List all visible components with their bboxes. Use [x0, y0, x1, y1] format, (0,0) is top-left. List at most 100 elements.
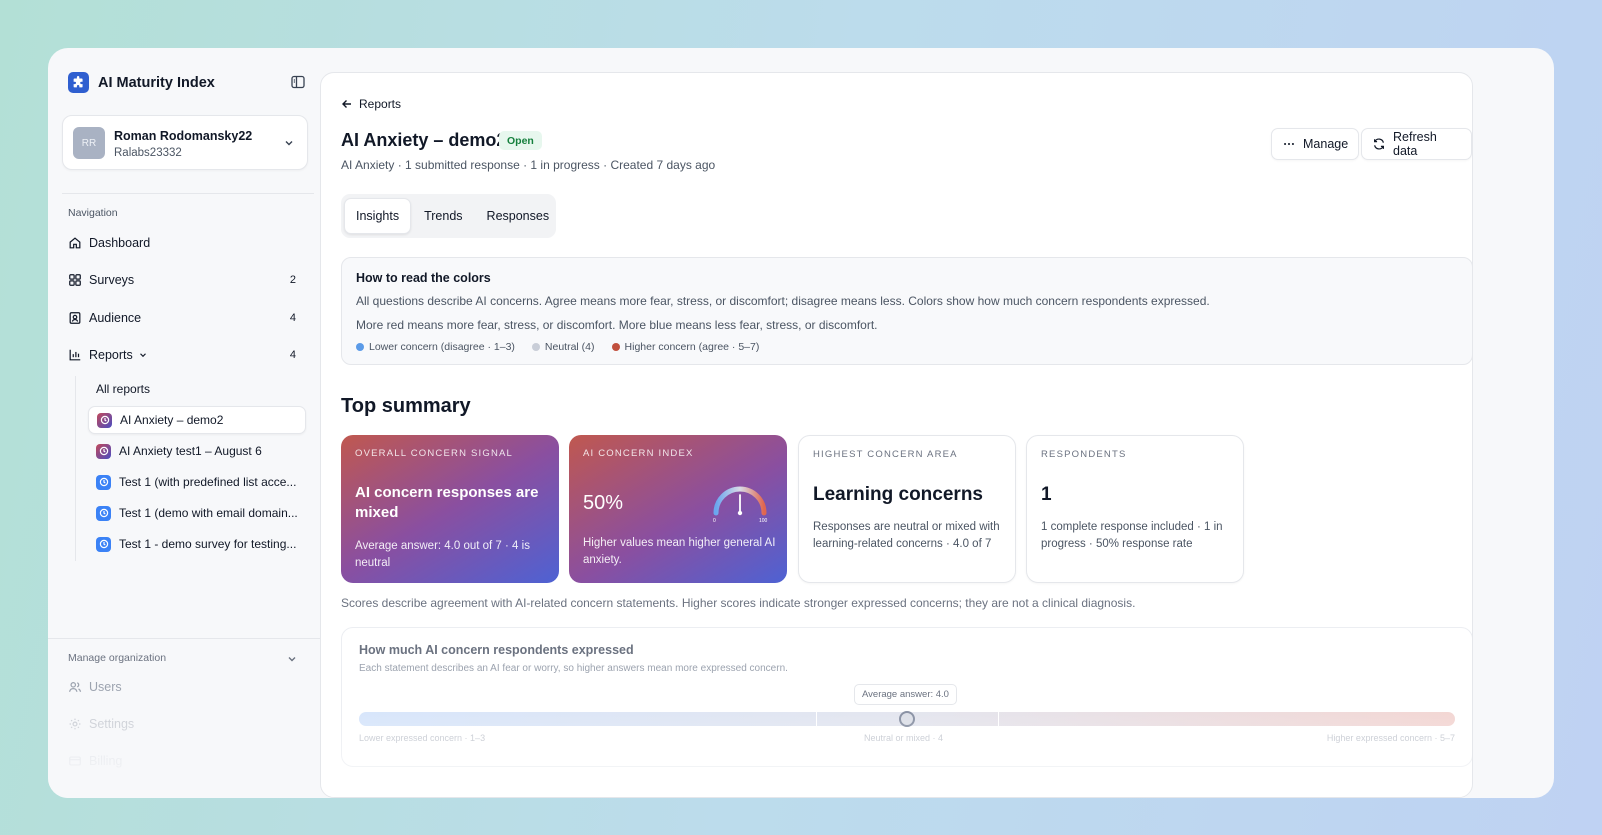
avatar: RR: [73, 127, 105, 159]
card-subtext: 1 complete response included · 1 in prog…: [1041, 521, 1223, 550]
report-tabs: Insights Trends Responses: [341, 194, 556, 238]
manage-button[interactable]: Manage: [1271, 128, 1360, 160]
sidebar-item-all-reports[interactable]: All reports: [96, 382, 150, 396]
refresh-icon: [1372, 137, 1386, 151]
nav-heading: Navigation: [68, 207, 118, 219]
tab-insights[interactable]: Insights: [344, 198, 412, 234]
home-icon: [68, 236, 82, 250]
sidebar-item-label: Users: [89, 680, 122, 694]
page-meta: AI Anxiety · 1 submitted response · 1 in…: [341, 158, 716, 172]
fade-overlay: [48, 688, 322, 798]
users-icon: [68, 680, 82, 694]
report-clock-icon: [96, 443, 111, 459]
sidebar-item-label: Audience: [89, 311, 142, 325]
color-legend: Lower concern (disagree · 1–3) Neutral (…: [356, 341, 759, 353]
grid-icon: [68, 273, 82, 287]
tab-responses[interactable]: Responses: [476, 198, 561, 234]
report-item-label: Test 1 - demo survey for testing...: [119, 537, 297, 551]
manage-button-label: Manage: [1303, 137, 1349, 151]
overall-concern-card: Overall concern signal AI concern respon…: [341, 435, 559, 583]
legend-label: Neutral (4): [544, 341, 595, 353]
account-switcher[interactable]: RR Roman Rodomansky22 Ralabs23332: [62, 115, 308, 170]
concern-scale-card: How much AI concern respondents expresse…: [341, 627, 1472, 767]
color-guide-card: How to read the colors All questions des…: [341, 257, 1472, 365]
legend-item-higher: Higher concern (agree · 5–7): [611, 341, 760, 353]
sidebar-item-billing[interactable]: Billing: [68, 754, 122, 768]
report-item-ai-anxiety-demo2[interactable]: AI Anxiety – demo2: [88, 406, 306, 434]
color-guide-title: How to read the colors: [356, 271, 491, 285]
sidebar-item-label: Reports: [89, 348, 133, 362]
sidebar-item-label: Dashboard: [89, 236, 151, 250]
sidebar-item-reports[interactable]: Reports 4: [68, 345, 296, 365]
chevron-down-icon[interactable]: [138, 350, 148, 360]
concern-scale-subtitle: Each statement describes an AI fear or w…: [359, 663, 788, 674]
puzzle-logo-icon: [68, 72, 89, 93]
sidebar-toggle-icon[interactable]: [290, 74, 306, 90]
status-badge: Open: [499, 131, 542, 150]
card-headline: AI concern responses are mixed: [355, 484, 539, 521]
gauge-min-label: 0: [713, 518, 716, 523]
report-item-ai-anxiety-test1[interactable]: AI Anxiety test1 – August 6: [88, 437, 306, 465]
card-headline: Learning concerns: [813, 484, 983, 505]
gauge-icon: 0 100: [713, 486, 768, 523]
respondents-card: Respondents 1 1 complete response includ…: [1026, 435, 1244, 583]
scale-tick: [816, 712, 817, 726]
card-kicker: Overall concern signal: [355, 448, 514, 459]
card-kicker: AI concern index: [583, 448, 694, 459]
average-marker[interactable]: [899, 711, 915, 727]
report-clock-icon: [96, 474, 111, 490]
subnav-guide: [75, 376, 76, 561]
legend-dot: [611, 343, 620, 351]
report-item-test1-email-domain[interactable]: Test 1 (demo with email domain...: [88, 499, 306, 527]
main-content: Reports AI Anxiety – demo2 Open AI Anxie…: [320, 72, 1473, 798]
report-item-test1-demo-survey[interactable]: Test 1 - demo survey for testing...: [88, 530, 306, 558]
brand[interactable]: AI Maturity Index: [68, 72, 215, 93]
scale-tick: [998, 712, 999, 726]
sidebar-item-users[interactable]: Users: [68, 680, 122, 694]
tab-trends[interactable]: Trends: [413, 198, 473, 234]
legend-label: Higher concern (agree · 5–7): [624, 341, 760, 353]
sidebar-item-surveys[interactable]: Surveys 2: [68, 270, 296, 290]
user-name: Roman Rodomansky22: [114, 129, 253, 143]
concern-scale-bar: [359, 711, 1455, 727]
count-badge: 4: [289, 312, 296, 324]
chevron-down-icon: [283, 136, 295, 154]
report-item-label: Test 1 (demo with email domain...: [119, 506, 298, 520]
sidebar-item-dashboard[interactable]: Dashboard: [68, 233, 296, 253]
sidebar-item-label: Settings: [89, 717, 135, 731]
user-org: Ralabs23332: [114, 147, 182, 159]
concern-scale-title: How much AI concern respondents expresse…: [359, 643, 634, 657]
back-to-reports-link[interactable]: Reports: [341, 97, 401, 111]
sidebar-item-audience[interactable]: Audience 4: [68, 308, 296, 328]
report-item-label: Test 1 (with predefined list acce...: [119, 475, 297, 489]
concern-index-card: AI concern index 50% 0 100 Higher values…: [569, 435, 787, 583]
card-subtext: Higher values mean higher general AI anx…: [583, 537, 776, 566]
report-item-label: AI Anxiety test1 – August 6: [119, 444, 262, 458]
legend-item-lower: Lower concern (disagree · 1–3): [356, 341, 515, 353]
sidebar-item-label: Surveys: [89, 273, 135, 287]
refresh-data-button[interactable]: Refresh data: [1361, 128, 1472, 160]
page-title: AI Anxiety – demo2: [341, 130, 507, 150]
sidebar-item-settings[interactable]: Settings: [68, 717, 134, 731]
scores-disclaimer: Scores describe agreement with AI-relate…: [341, 596, 1136, 610]
app-name: AI Maturity Index: [98, 74, 215, 91]
respondents-count: 1: [1041, 484, 1052, 505]
manage-org-heading[interactable]: Manage organization: [68, 652, 166, 664]
app-window: AI Maturity Index RR Roman Rodomansky22 …: [48, 48, 1554, 798]
scale-label-low: Lower expressed concern · 1–3: [359, 733, 486, 743]
report-item-test1-predefined[interactable]: Test 1 (with predefined list acce...: [88, 468, 306, 496]
average-tooltip: Average answer: 4.0: [854, 684, 957, 705]
chevron-down-icon[interactable]: [286, 652, 298, 670]
legend-item-neutral: Neutral (4): [531, 341, 595, 353]
contact-icon: [68, 311, 82, 325]
report-item-label: AI Anxiety – demo2: [120, 413, 224, 427]
legend-dot: [531, 343, 540, 351]
more-horizontal-icon: [1282, 137, 1296, 151]
sidebar-item-label: Billing: [89, 754, 123, 768]
card-subtext: Responses are neutral or mixed with lear…: [813, 521, 1000, 550]
sidebar: AI Maturity Index RR Roman Rodomansky22 …: [48, 48, 322, 798]
count-badge: 2: [289, 274, 296, 286]
card-kicker: Highest concern area: [813, 449, 958, 460]
legend-dot: [356, 343, 364, 351]
gear-icon: [68, 717, 82, 731]
